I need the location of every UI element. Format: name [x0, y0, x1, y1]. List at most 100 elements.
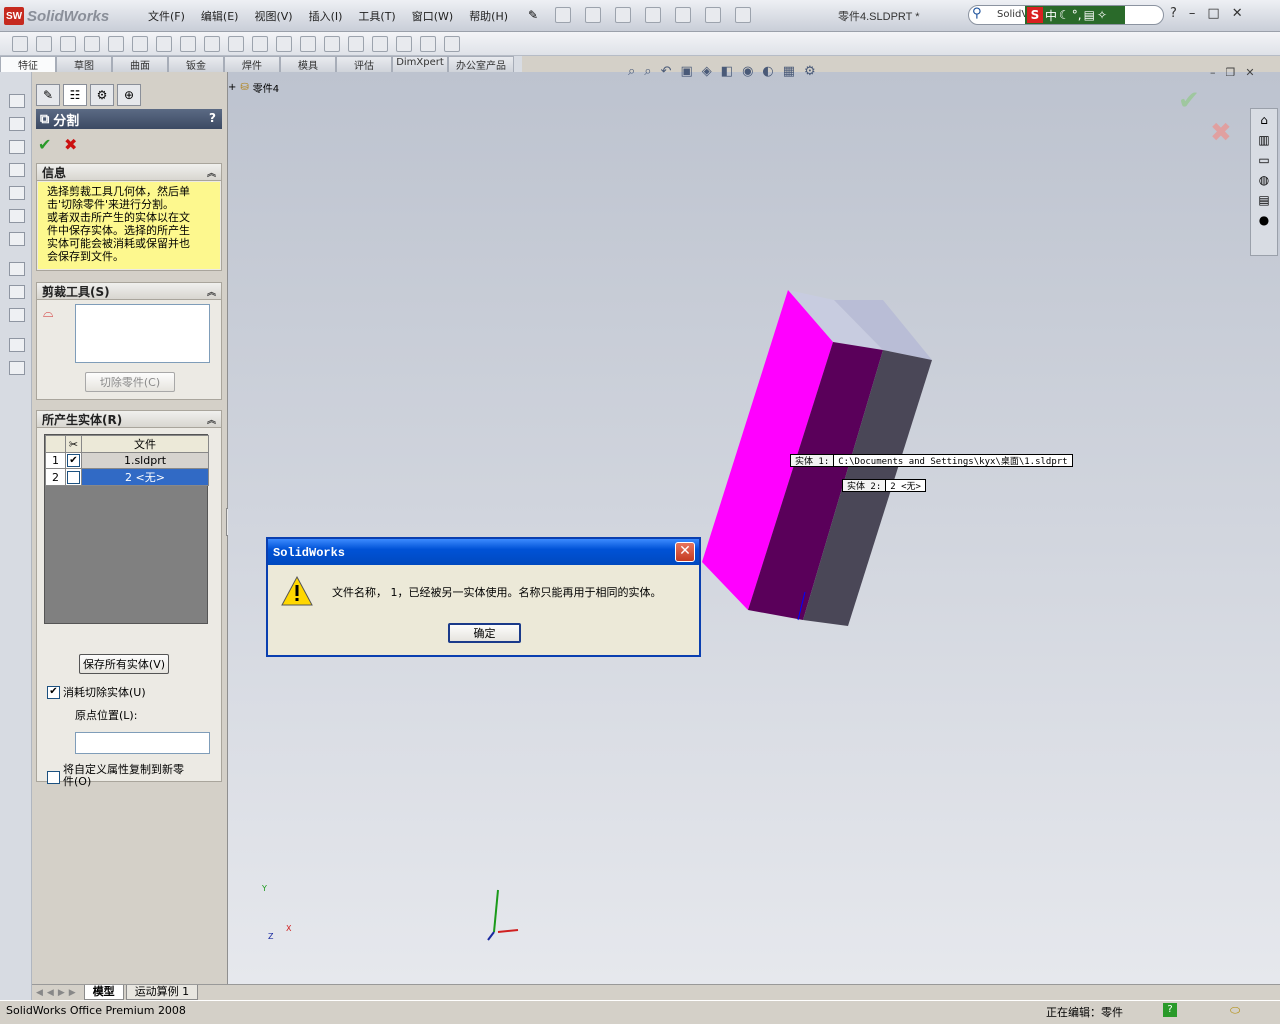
model-body[interactable] — [228, 72, 1280, 984]
ok-icon[interactable]: ✔ — [38, 135, 51, 154]
collapse-icon[interactable]: ︽ — [207, 285, 216, 298]
sweep-icon[interactable] — [60, 36, 76, 52]
print-icon[interactable] — [645, 7, 661, 23]
resulting-bodies-header[interactable]: 所产生实体(R) ︽ — [36, 410, 222, 428]
cut-part-button[interactable]: 切除零件(C) — [85, 372, 175, 392]
view-left-icon[interactable] — [9, 140, 25, 154]
copy-icon[interactable] — [9, 361, 25, 375]
fillet-icon[interactable] — [156, 36, 172, 52]
home-icon[interactable]: ⌂ — [1260, 113, 1268, 127]
help-icon[interactable]: ? — [209, 111, 216, 125]
row-checkbox[interactable] — [65, 468, 82, 486]
revolve-boss-icon[interactable] — [36, 36, 52, 52]
dome-icon[interactable] — [324, 36, 340, 52]
body-1-callout[interactable]: 实体 1: C:\Documents and Settings\kyx\桌面\1… — [790, 454, 1073, 467]
tab-model[interactable]: 模型 — [83, 985, 124, 1000]
body-2-callout[interactable]: 实体 2: 2 <无> — [842, 479, 926, 492]
layer-icon[interactable] — [9, 338, 25, 352]
copy-custom-properties-checkbox[interactable]: 将自定义属性复制到新零 件(O) — [47, 764, 184, 788]
linear-pattern-icon[interactable] — [276, 36, 292, 52]
ime-keyboard-icon[interactable]: ▤ — [1084, 8, 1095, 22]
help-icon[interactable]: ? — [1170, 6, 1177, 21]
row-checkbox[interactable]: ✔ — [65, 452, 82, 469]
menu-window[interactable]: 窗口(W) — [404, 7, 461, 25]
design-library-icon[interactable]: ▥ — [1258, 133, 1269, 147]
tab-weldments[interactable]: 焊件 — [224, 56, 280, 72]
revolve-cut-icon[interactable] — [132, 36, 148, 52]
propertymanager-tab-icon[interactable]: ☷ — [63, 84, 87, 106]
tab-sketch[interactable]: 草图 — [56, 56, 112, 72]
trim-tools-list[interactable] — [75, 304, 210, 363]
menu-insert[interactable]: 插入(I) — [301, 7, 351, 25]
draft-icon[interactable] — [252, 36, 268, 52]
view-right-icon[interactable] — [9, 163, 25, 177]
tab-surfaces[interactable]: 曲面 — [112, 56, 168, 72]
origin-location-input[interactable] — [75, 732, 210, 754]
ime-toolbar[interactable]: S 中 ☾ °, ▤ ✧ — [1025, 6, 1125, 24]
graphics-area[interactable]: + ⛁ 零件4 ⌕ ⌕ ↶ ▣ ◈ ◧ ◉ ◐ ▦ ⚙ – ❐ ✕ ✔ ✖ 实体… — [228, 64, 1280, 984]
search-icon[interactable]: ⚲ — [972, 6, 982, 21]
tab-scroll-arrows-icon[interactable]: ◀◀▶▶ — [32, 988, 84, 998]
maximize-button[interactable]: □ — [1207, 6, 1219, 21]
ime-punct-icon[interactable]: °, — [1072, 8, 1082, 22]
tab-sheet-metal[interactable]: 钣金 — [168, 56, 224, 72]
extrude-cut-icon[interactable] — [108, 36, 124, 52]
dimxpertmanager-tab-icon[interactable]: ⊕ — [117, 84, 141, 106]
move-face-icon[interactable] — [444, 36, 460, 52]
ok-button[interactable]: 确定 — [448, 623, 521, 643]
view-bottom-icon[interactable] — [9, 209, 25, 223]
tab-dimxpert[interactable]: DimXpert — [392, 56, 448, 72]
menu-help[interactable]: 帮助(H) — [461, 7, 516, 25]
menu-edit[interactable]: 编辑(E) — [193, 7, 247, 25]
ime-moon-icon[interactable]: ☾ — [1059, 8, 1070, 22]
configurationmanager-tab-icon[interactable]: ⚙ — [90, 84, 114, 106]
tab-motion-study[interactable]: 运动算例 1 — [125, 985, 199, 1000]
consume-cut-bodies-checkbox[interactable]: ✔ 消耗切除实体(U) — [47, 684, 146, 700]
reference-geometry-icon[interactable] — [372, 36, 388, 52]
loft-icon[interactable] — [84, 36, 100, 52]
view-top-icon[interactable] — [9, 186, 25, 200]
tab-mold-tools[interactable]: 模具 — [280, 56, 336, 72]
collapse-icon[interactable]: ︽ — [207, 166, 216, 179]
hole-wizard-icon[interactable] — [348, 36, 364, 52]
rib-icon[interactable] — [204, 36, 220, 52]
ime-mode[interactable]: 中 — [1045, 7, 1057, 24]
open-icon[interactable] — [585, 7, 601, 23]
status-help-icon[interactable]: ? — [1163, 1003, 1177, 1017]
view-isometric-icon[interactable] — [9, 232, 25, 246]
menu-file[interactable]: 文件(F) — [140, 7, 193, 25]
row-file[interactable]: 1.sldprt — [81, 452, 209, 469]
options-icon[interactable] — [735, 7, 751, 23]
smart-dimension-icon[interactable] — [9, 285, 25, 299]
save-icon[interactable] — [615, 7, 631, 23]
chamfer-icon[interactable] — [180, 36, 196, 52]
appearances-icon[interactable]: ● — [1259, 213, 1269, 227]
curves-icon[interactable] — [396, 36, 412, 52]
row-file[interactable]: 2 <无> — [81, 468, 209, 486]
cancel-icon[interactable]: ✖ — [64, 135, 77, 154]
minimize-button[interactable]: – — [1189, 6, 1196, 21]
sketch-icon[interactable] — [9, 262, 25, 276]
trim-tools-header[interactable]: 剪裁工具(S) ︽ — [36, 282, 222, 300]
featuremanager-tab-icon[interactable]: ✎ — [36, 84, 60, 106]
file-explorer-icon[interactable]: ▭ — [1258, 153, 1269, 167]
dialog-close-button[interactable]: ✕ — [675, 542, 695, 562]
view-palette-icon[interactable]: ▤ — [1258, 193, 1269, 207]
undo-icon[interactable] — [675, 7, 691, 23]
save-all-bodies-button[interactable]: 保存所有实体(V) — [79, 654, 169, 674]
info-header[interactable]: 信息 ︽ — [36, 163, 222, 181]
app-logo[interactable]: SW SolidWorks — [4, 5, 109, 27]
rebuild-icon[interactable]: ⬭ — [1230, 1003, 1240, 1018]
relations-icon[interactable] — [9, 308, 25, 322]
menu-tools[interactable]: 工具(T) — [350, 7, 403, 25]
view-front-icon[interactable] — [9, 94, 25, 108]
table-row[interactable]: 1 ✔ 1.sldprt — [45, 452, 209, 469]
collapse-icon[interactable]: ︽ — [207, 413, 216, 426]
new-document-icon[interactable] — [555, 7, 571, 23]
select-icon[interactable] — [705, 7, 721, 23]
instant3d-icon[interactable] — [420, 36, 436, 52]
tab-office-products[interactable]: 办公室产品 — [448, 56, 514, 72]
mirror-icon[interactable] — [300, 36, 316, 52]
shell-icon[interactable] — [228, 36, 244, 52]
pin-icon[interactable]: ✎ — [528, 8, 538, 22]
